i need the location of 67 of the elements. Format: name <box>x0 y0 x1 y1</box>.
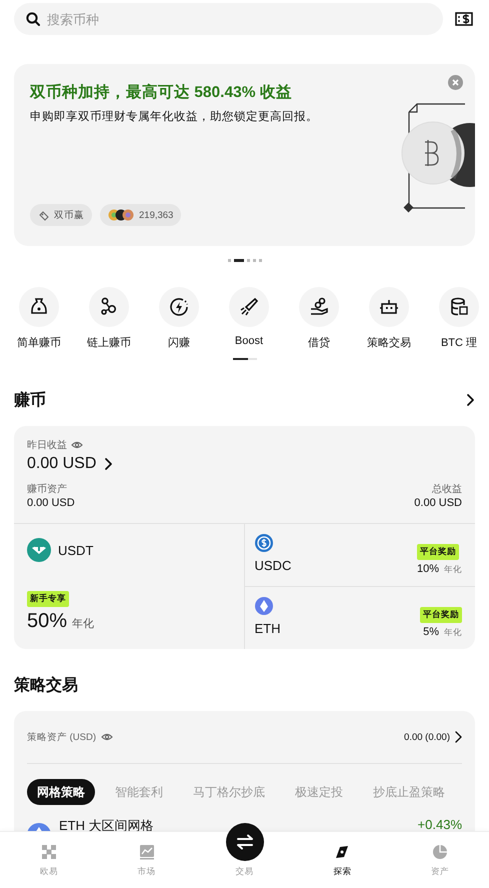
rocket-icon <box>238 296 260 318</box>
chevron-right-icon[interactable] <box>104 457 114 471</box>
close-icon <box>452 79 459 86</box>
featured-product[interactable]: USDT 新手专享 50% 年化 <box>14 524 244 649</box>
strategy-assets-label: 策略资产 (USD) <box>27 730 96 744</box>
return-percentage: +0.43% <box>418 817 462 834</box>
participants-chip: 219,363 <box>100 204 182 226</box>
total-earnings-label: 总收益 <box>431 482 462 496</box>
user-avatars-icon <box>108 209 134 221</box>
yesterday-earnings-label: 昨日收益 <box>27 439 67 452</box>
apr-label: 年化 <box>444 627 462 639</box>
eye-icon[interactable] <box>71 440 83 450</box>
apr-value: 5% <box>423 626 439 638</box>
promo-badge: 新手专享 <box>27 591 69 607</box>
pie-chart-icon <box>432 844 448 860</box>
strategy-tab[interactable]: 网格策略 <box>27 779 95 805</box>
promo-badge: 平台奖励 <box>416 544 459 560</box>
banner-title: 双币种加持，最高可达 580.43% 收益 <box>30 82 292 103</box>
coins-hand-icon <box>308 296 330 318</box>
ethereum-coin-icon <box>254 597 272 615</box>
product-tag: 双币赢 <box>30 204 92 226</box>
usdc-coin-icon <box>254 534 272 552</box>
scroll-indicator <box>232 358 256 360</box>
nav-tab[interactable]: 探索 <box>293 832 392 888</box>
section-title: 赚币 <box>14 390 46 410</box>
shortcut-button[interactable]: Boost <box>214 287 284 350</box>
apr-label: 年化 <box>72 617 94 631</box>
search-icon <box>26 12 40 26</box>
close-button[interactable] <box>448 75 463 90</box>
chart-icon <box>138 844 155 860</box>
product-row[interactable]: USDC 平台奖励 10% 年化 <box>244 524 475 587</box>
earn-assets-label: 赚币资产 <box>27 482 68 496</box>
promo-banner[interactable]: 双币种加持，最高可达 580.43% 收益 申购即享双币理财专属年化收益，助您锁定更高回报。 双币赢 219,363 <box>14 64 475 246</box>
shortcut-button[interactable]: 简单赚币 <box>4 287 74 350</box>
shortcut-button[interactable]: 闪赚 <box>144 287 214 350</box>
apr-value: 10% <box>416 563 439 575</box>
apr-label: 年化 <box>444 564 462 576</box>
strategy-name: ETH 大区间网格 <box>59 817 154 835</box>
yesterday-earnings-value: 0.00 USD <box>27 455 96 473</box>
product-row[interactable]: ETH 平台奖励 5% 年化 <box>244 587 475 649</box>
coin-name: ETH <box>254 621 280 636</box>
grid-logo-icon <box>40 844 57 860</box>
coin-name: USDT <box>58 542 94 558</box>
banner-subtitle: 申购即享双币理财专属年化收益，助您锁定更高回报。 <box>30 109 319 124</box>
compass-icon <box>334 844 350 860</box>
usdt-coin-icon <box>27 538 51 562</box>
section-title: 策略交易 <box>14 675 79 695</box>
chevron-right-icon <box>454 730 462 744</box>
database-icon <box>448 296 470 318</box>
swap-arrows-icon <box>234 834 254 850</box>
shortcut-button[interactable]: 借贷 <box>284 287 354 350</box>
lightning-icon <box>168 296 190 318</box>
trade-button[interactable] <box>226 823 264 861</box>
apr-value: 50% <box>27 610 68 633</box>
strategy-assets-link[interactable]: 0.00 (0.00) <box>404 730 462 744</box>
earn-assets-value: 0.00 USD <box>27 497 75 509</box>
tag-icon <box>38 210 49 220</box>
promo-badge: 平台奖励 <box>420 607 462 623</box>
shortcut-button[interactable]: BTC 理 <box>424 287 489 350</box>
receipt-dollar-icon[interactable] <box>455 12 473 26</box>
eye-icon[interactable] <box>101 732 114 742</box>
total-earnings-value: 0.00 USD <box>414 497 462 509</box>
search-field[interactable]: 搜索币种 <box>14 3 443 35</box>
shortcut-button[interactable]: 链上赚币 <box>74 287 144 350</box>
chevron-right-icon[interactable] <box>466 393 475 407</box>
coin-name: USDC <box>254 558 292 573</box>
shortcut-button[interactable]: 策略交易 <box>354 287 424 350</box>
